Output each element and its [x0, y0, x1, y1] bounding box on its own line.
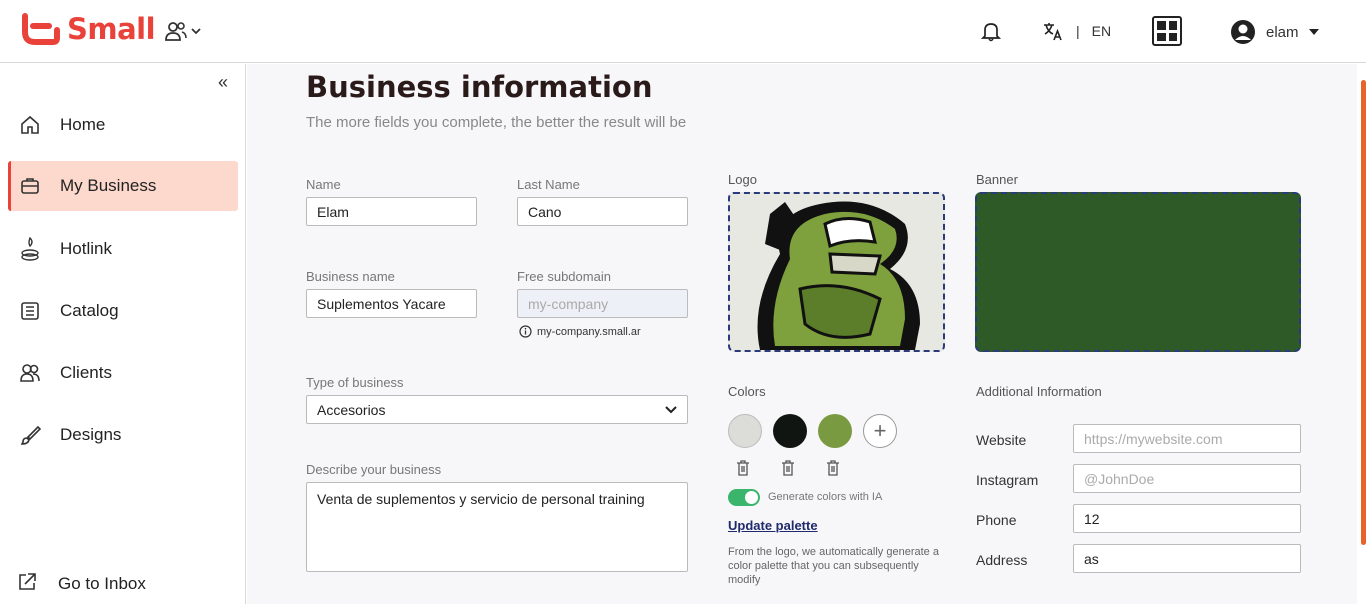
subdomain-field: my-company	[517, 289, 688, 318]
last-name-label: Last Name	[517, 177, 580, 192]
chevron-down-icon	[665, 405, 677, 413]
logo-dropzone[interactable]	[728, 192, 945, 352]
address-field[interactable]: as	[1073, 544, 1301, 573]
sidebar: « Home My Business Hotlink Catalog Clien…	[0, 64, 246, 604]
name-field[interactable]: Elam	[306, 197, 477, 226]
user-menu[interactable]: elam	[1230, 19, 1319, 45]
translate-icon	[1044, 23, 1062, 41]
language-code: EN	[1091, 23, 1112, 39]
website-field[interactable]: https://mywebsite.com	[1073, 424, 1301, 453]
delete-color-3-icon[interactable]	[826, 460, 840, 479]
banner-label: Banner	[976, 172, 1018, 187]
instagram-label: Instagram	[976, 472, 1039, 488]
collapse-sidebar-icon[interactable]: «	[218, 72, 228, 93]
sidebar-item-hotlink[interactable]: Hotlink	[8, 224, 238, 274]
color-swatch-2[interactable]	[773, 414, 807, 448]
palette-description: From the logo, we automatically generate…	[728, 546, 939, 586]
business-type-label: Type of business	[306, 375, 404, 390]
additional-info-label: Additional Information	[976, 384, 1102, 399]
team-switcher[interactable]	[164, 20, 202, 42]
business-type-select[interactable]: Accesorios	[306, 395, 688, 424]
sidebar-item-designs[interactable]: Designs	[8, 410, 238, 460]
address-label: Address	[976, 552, 1028, 568]
delete-color-2-icon[interactable]	[781, 460, 795, 479]
subdomain-label: Free subdomain	[517, 269, 611, 284]
notifications-button[interactable]	[980, 20, 1002, 47]
color-swatch-1[interactable]	[728, 414, 762, 448]
describe-label: Describe your business	[306, 462, 442, 477]
sidebar-item-label: My Business	[60, 176, 157, 195]
subdomain-hint-text: my-company.small.ar	[537, 325, 641, 338]
hotlink-icon	[18, 236, 42, 261]
top-bar: Small | EN elam	[0, 0, 1366, 63]
logo-label: Logo	[728, 172, 757, 187]
chevron-down-icon	[191, 28, 201, 35]
logo-image	[757, 201, 920, 350]
home-icon	[18, 113, 42, 137]
go-to-inbox-link[interactable]: Go to Inbox	[8, 559, 238, 609]
language-selector[interactable]: | EN	[1042, 20, 1111, 42]
sidebar-item-label: Clients	[60, 363, 112, 382]
apps-grid-button[interactable]	[1152, 16, 1182, 46]
name-label: Name	[306, 177, 341, 192]
go-to-inbox-label: Go to Inbox	[58, 574, 146, 593]
bell-icon	[980, 23, 1002, 42]
website-label: Website	[976, 432, 1027, 448]
generate-colors-label: Generate colors with IA	[768, 491, 883, 503]
user-name: elam	[1266, 23, 1299, 41]
caret-down-icon	[1308, 29, 1319, 35]
instagram-field[interactable]: @JohnDoe	[1073, 464, 1301, 493]
phone-label: Phone	[976, 512, 1017, 528]
user-avatar-icon	[1231, 20, 1255, 44]
color-swatch-3[interactable]	[818, 414, 852, 448]
brand-logo-icon	[22, 13, 60, 45]
brand-logo[interactable]: Small	[19, 12, 156, 46]
add-color-button[interactable]: +	[863, 414, 897, 448]
last-name-field[interactable]: Cano	[517, 197, 688, 226]
sidebar-item-label: Home	[60, 115, 106, 134]
sidebar-item-label: Hotlink	[60, 239, 112, 258]
sidebar-item-my-business[interactable]: My Business	[8, 161, 238, 211]
banner-dropzone[interactable]	[975, 192, 1301, 352]
external-link-icon	[16, 571, 38, 598]
brand-name: Small	[67, 12, 156, 46]
brush-icon	[18, 423, 42, 447]
language-separator: |	[1076, 23, 1080, 39]
colors-label: Colors	[728, 384, 766, 399]
sidebar-item-label: Designs	[60, 425, 122, 444]
update-palette-link[interactable]: Update palette	[728, 518, 818, 533]
sidebar-item-home[interactable]: Home	[8, 100, 238, 150]
sidebar-item-catalog[interactable]: Catalog	[8, 286, 238, 336]
delete-color-1-icon[interactable]	[736, 460, 750, 479]
sidebar-item-clients[interactable]: Clients	[8, 348, 238, 398]
team-icon	[165, 22, 187, 41]
clients-icon	[18, 361, 42, 385]
sidebar-item-label: Catalog	[60, 301, 119, 320]
subdomain-hint: my-company.small.ar	[519, 325, 641, 338]
catalog-icon	[18, 299, 42, 323]
describe-textarea[interactable]: Venta de suplementos y servicio de perso…	[306, 482, 688, 572]
briefcase-icon	[18, 174, 42, 198]
business-name-field[interactable]: Suplementos Yacare	[306, 289, 477, 318]
page-subtitle: The more fields you complete, the better…	[306, 114, 687, 131]
business-name-label: Business name	[306, 269, 395, 284]
generate-colors-toggle[interactable]	[728, 489, 760, 506]
scrollbar[interactable]	[1361, 80, 1366, 545]
page-title: Business information	[306, 70, 653, 104]
phone-field[interactable]: 12	[1073, 504, 1301, 533]
business-type-value: Accesorios	[317, 401, 386, 418]
info-icon	[519, 325, 532, 338]
